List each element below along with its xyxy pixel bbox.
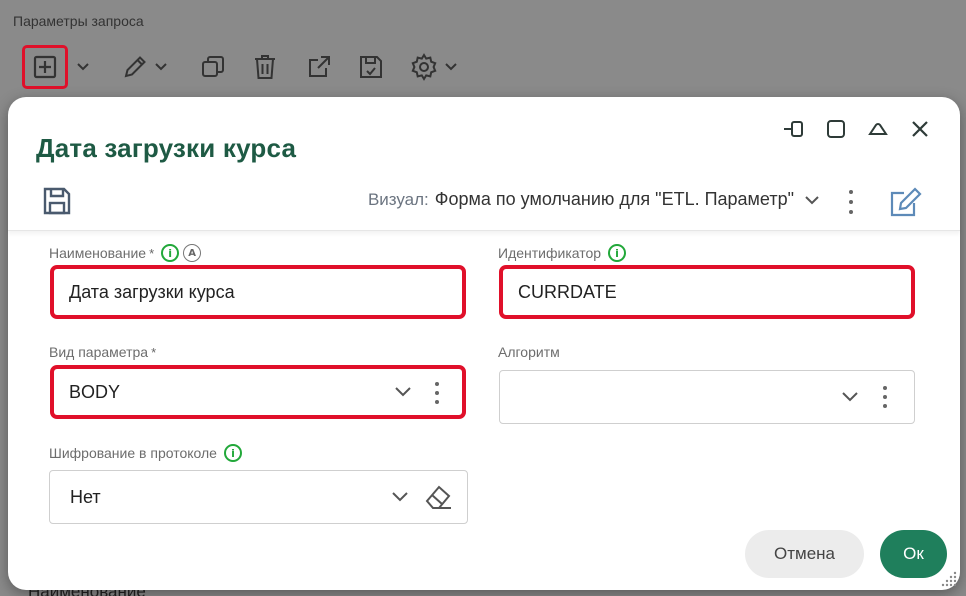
encryption-label-text: Шифрование в протоколе bbox=[49, 445, 217, 461]
ok-button[interactable]: Ок bbox=[880, 530, 947, 578]
cancel-button[interactable]: Отмена bbox=[745, 530, 864, 578]
required-mark: * bbox=[151, 344, 157, 360]
algorithm-label: Алгоритм bbox=[498, 344, 560, 360]
add-dropdown-button[interactable] bbox=[72, 47, 94, 87]
collapse-icon[interactable] bbox=[866, 117, 890, 141]
request-params-toolbar bbox=[22, 44, 462, 90]
add-icon bbox=[33, 55, 57, 79]
info-icon[interactable]: i bbox=[223, 444, 242, 462]
encryption-label: Шифрование в протоколе i bbox=[49, 444, 242, 462]
delete-button[interactable] bbox=[250, 47, 280, 87]
chevron-down-icon bbox=[804, 189, 820, 210]
save-icon bbox=[360, 56, 382, 78]
param-type-select[interactable]: BODY bbox=[50, 365, 466, 419]
edit-button[interactable] bbox=[120, 47, 150, 87]
gear-icon bbox=[411, 53, 437, 81]
close-icon[interactable] bbox=[908, 117, 932, 141]
section-title: Параметры запроса bbox=[13, 13, 144, 29]
chevron-down-icon[interactable] bbox=[391, 491, 409, 503]
identifier-value: CURRDATE bbox=[518, 281, 617, 302]
identifier-label-text: Идентификатор bbox=[498, 245, 602, 261]
more-options-icon[interactable] bbox=[432, 379, 442, 407]
identifier-field[interactable]: CURRDATE bbox=[499, 265, 915, 319]
chevron-down-icon bbox=[445, 63, 457, 71]
chevron-down-icon[interactable] bbox=[394, 386, 412, 398]
visual-label: Визуал: bbox=[367, 189, 429, 209]
name-value: Дата загрузки курса bbox=[69, 281, 235, 302]
more-options-icon[interactable] bbox=[880, 383, 890, 411]
param-type-label-text: Вид параметра bbox=[49, 344, 149, 360]
chevron-down-icon[interactable] bbox=[841, 391, 859, 403]
window-controls bbox=[782, 117, 932, 141]
trash-icon bbox=[255, 55, 275, 79]
name-label: Наименование * i A bbox=[49, 244, 202, 262]
algorithm-select[interactable] bbox=[499, 370, 915, 424]
add-button[interactable] bbox=[22, 45, 68, 89]
copy-icon bbox=[202, 56, 224, 77]
visual-value: Форма по умолчанию для "ETL. Параметр" bbox=[434, 189, 794, 209]
dock-icon[interactable] bbox=[782, 117, 806, 141]
info-icon[interactable]: i bbox=[161, 244, 180, 262]
identifier-label: Идентификатор i bbox=[498, 244, 627, 262]
external-link-icon bbox=[309, 56, 330, 77]
param-type-value: BODY bbox=[69, 381, 121, 402]
param-type-label: Вид параметра * bbox=[49, 344, 156, 360]
chevron-down-icon bbox=[77, 63, 89, 71]
visual-selector[interactable]: Визуал: Форма по умолчанию для "ETL. Пар… bbox=[368, 189, 820, 210]
info-icon[interactable]: i bbox=[608, 244, 627, 262]
algorithm-label-text: Алгоритм bbox=[498, 344, 560, 360]
parameter-dialog: Дата загрузки курса Визуал: Форма по умо… bbox=[8, 97, 960, 590]
more-options-icon[interactable] bbox=[846, 187, 856, 217]
settings-button[interactable] bbox=[408, 47, 440, 87]
copy-button[interactable] bbox=[198, 47, 228, 87]
save-button[interactable] bbox=[356, 47, 386, 87]
settings-dropdown-button[interactable] bbox=[440, 47, 462, 87]
resize-grip-icon[interactable] bbox=[941, 571, 957, 587]
eraser-icon[interactable] bbox=[423, 483, 453, 516]
edit-dropdown-button[interactable] bbox=[150, 47, 172, 87]
edit-form-icon[interactable] bbox=[888, 185, 922, 219]
maximize-icon[interactable] bbox=[824, 117, 848, 141]
encryption-select[interactable]: Нет bbox=[49, 470, 468, 524]
save-icon[interactable] bbox=[41, 185, 73, 217]
name-field[interactable]: Дата загрузки курса bbox=[50, 265, 466, 319]
auto-fill-icon[interactable]: A bbox=[183, 244, 202, 262]
required-mark: * bbox=[149, 245, 155, 261]
pencil-icon bbox=[124, 56, 146, 78]
encryption-value: Нет bbox=[70, 486, 101, 507]
open-external-button[interactable] bbox=[304, 47, 334, 87]
dialog-title: Дата загрузки курса bbox=[36, 133, 297, 163]
dialog-toolbar: Визуал: Форма по умолчанию для "ETL. Пар… bbox=[8, 175, 960, 231]
name-label-text: Наименование bbox=[49, 245, 147, 261]
chevron-down-icon bbox=[155, 63, 167, 71]
